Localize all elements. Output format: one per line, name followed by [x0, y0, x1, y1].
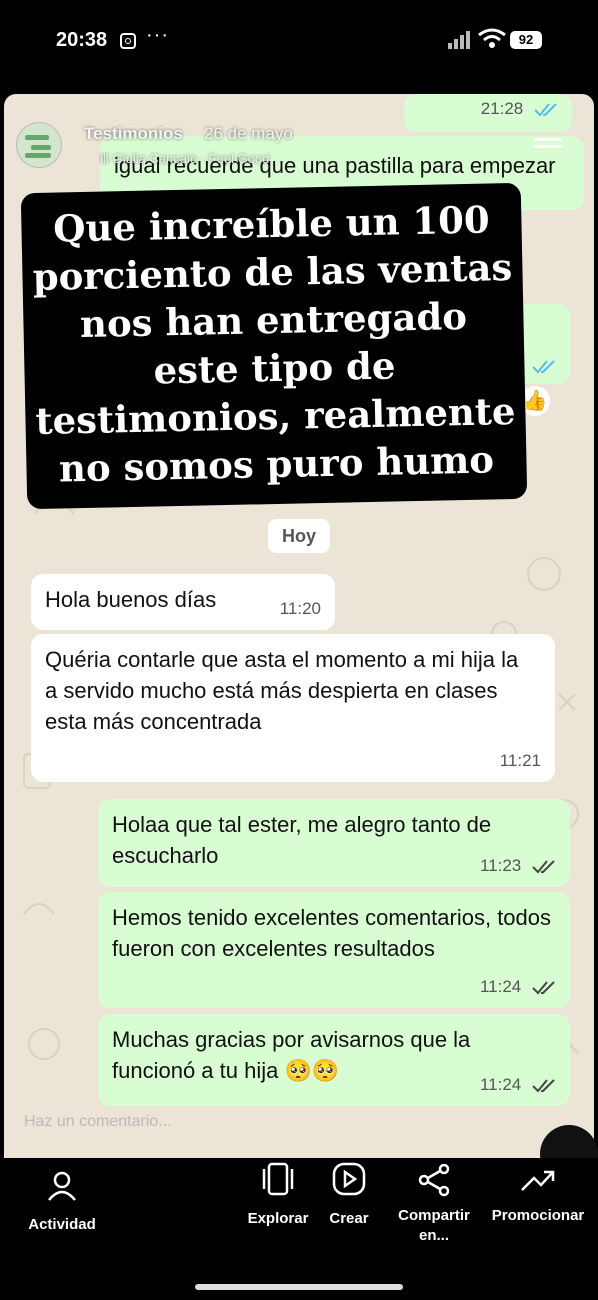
nav-explore-label: Explorar [247, 1210, 309, 1227]
comment-input[interactable]: Haz un comentario... [24, 1113, 172, 1131]
caption-text: Que increíble un 100 porciento de las ve… [32, 197, 516, 491]
nav-share-label: Compartir en... [398, 1207, 470, 1244]
nav-share[interactable]: Compartir en... [390, 1160, 478, 1246]
avatar[interactable] [16, 122, 62, 168]
trending-up-icon [521, 1170, 555, 1191]
read-ticks-icon [532, 1078, 555, 1093]
story-date: 26 de mayo [204, 124, 293, 143]
outgoing-message-bubble: Holaa que tal ester, me alegro tanto de … [98, 799, 570, 887]
menu-icon[interactable] [534, 138, 562, 154]
wifi-icon [478, 28, 506, 48]
outgoing-message-bubble: Muchas gracias por avisarnos que la func… [98, 1014, 570, 1106]
status-bar: 20:38 ··· 92 [0, 0, 598, 90]
nav-create-label: Crear [329, 1210, 369, 1227]
message-time: 11:21 [499, 751, 541, 770]
battery-indicator: 92 [510, 31, 542, 49]
nav-explore[interactable]: Explorar [240, 1160, 316, 1227]
story-account-name[interactable]: Testimonios [84, 124, 183, 144]
nav-activity-label: Actividad [28, 1216, 96, 1233]
nav-promote[interactable]: Promocionar [488, 1160, 588, 1226]
message-text: Quéria contarle que asta el momento a mi… [45, 647, 519, 734]
message-text: Muchas gracias por avisarnos que la func… [112, 1027, 471, 1083]
bottom-navigation: Actividad Explorar Crear Compartir en...… [0, 1158, 598, 1300]
message-text: Hola buenos días [45, 587, 217, 612]
message-time: 11:20 [279, 599, 321, 618]
message-text: Hemos tenido excelentes comentarios, tod… [112, 905, 552, 961]
instagram-icon [120, 33, 136, 49]
nav-create[interactable]: Crear [322, 1160, 376, 1227]
activity-icon [48, 1171, 76, 1201]
story-caption: Que increíble un 100 porciento de las ve… [20, 182, 528, 510]
share-icon [418, 1163, 450, 1197]
music-bars-icon: Ⅲ [100, 151, 113, 166]
nav-promote-label: Promocionar [491, 1207, 585, 1224]
nav-activity[interactable]: Actividad [20, 1168, 104, 1233]
incoming-message-bubble: Quéria contarle que asta el momento a mi… [31, 634, 555, 782]
incoming-message-bubble: Hola buenos días 11:20 [31, 574, 335, 630]
message-time: 11:24 [479, 1075, 522, 1094]
create-icon [332, 1162, 366, 1196]
read-ticks-icon [532, 859, 555, 874]
status-time: 20:38 [56, 29, 108, 51]
explore-icon [262, 1162, 294, 1196]
day-separator-chip: Hoy [268, 519, 330, 553]
signal-icon [448, 29, 472, 49]
message-time: 11:23 [479, 856, 522, 875]
home-indicator[interactable] [195, 1284, 403, 1290]
message-time: 11:24 [479, 977, 522, 996]
music-track-text: Giulia Cancalo · Feel Good [112, 151, 270, 166]
message-text: Holaa que tal ester, me alegro tanto de … [112, 812, 492, 868]
read-ticks-icon [532, 360, 555, 374]
more-notifications-icon: ··· [146, 24, 169, 46]
read-ticks-icon [532, 980, 555, 995]
story-music-label[interactable]: Ⅲ Giulia Cancalo · Feel Good [100, 151, 269, 167]
outgoing-message-bubble: Hemos tenido excelentes comentarios, tod… [98, 892, 570, 1008]
read-ticks-icon [534, 102, 557, 117]
story-header: Testimonios 26 de mayo Ⅲ Giulia Cancalo … [14, 120, 584, 168]
old-message-time: 21:28 [480, 99, 524, 118]
